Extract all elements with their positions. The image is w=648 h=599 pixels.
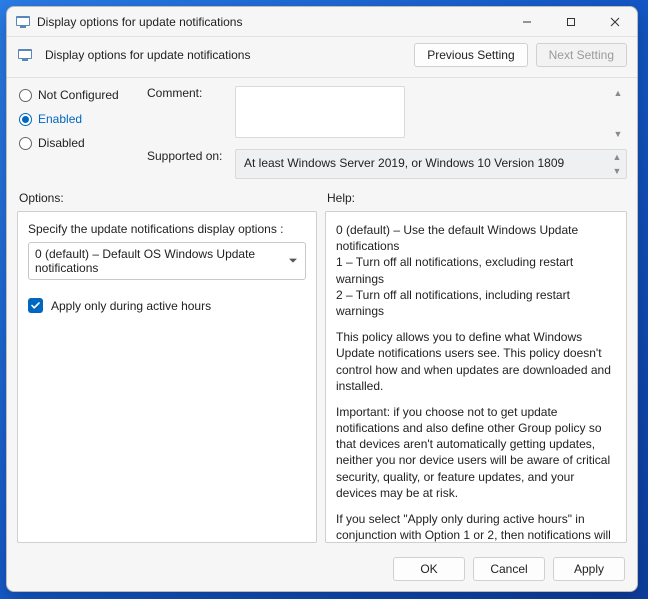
supported-box: At least Windows Server 2019, or Windows…	[235, 149, 627, 179]
panels: Options: Specify the update notification…	[7, 185, 637, 549]
checkbox-icon	[28, 298, 43, 313]
radio-not-configured[interactable]: Not Configured	[19, 88, 137, 102]
close-button[interactable]	[593, 7, 637, 37]
next-setting-button[interactable]: Next Setting	[536, 43, 627, 67]
help-paragraph: This policy allows you to define what Wi…	[336, 329, 616, 394]
previous-setting-button[interactable]: Previous Setting	[414, 43, 527, 67]
supported-text: At least Windows Server 2019, or Windows…	[244, 156, 564, 170]
comment-scrollbar[interactable]: ▲▼	[611, 88, 625, 139]
radio-label: Not Configured	[38, 88, 119, 102]
comment-input[interactable]	[235, 86, 405, 138]
help-panel: Help: 0 (default) – Use the default Wind…	[325, 189, 627, 543]
app-icon	[15, 14, 31, 30]
window-title: Display options for update notifications	[37, 15, 505, 29]
apply-active-hours-checkbox[interactable]: Apply only during active hours	[28, 298, 306, 313]
radio-disabled[interactable]: Disabled	[19, 136, 137, 150]
comment-line: Comment: ▲▼	[147, 86, 627, 141]
apply-button[interactable]: Apply	[553, 557, 625, 581]
radio-enabled[interactable]: Enabled	[19, 112, 137, 126]
help-paragraph: If you select "Apply only during active …	[336, 511, 616, 543]
header-row: Display options for update notifications…	[7, 37, 637, 78]
help-body[interactable]: 0 (default) – Use the default Windows Up…	[325, 211, 627, 543]
radio-label: Enabled	[38, 112, 82, 126]
radio-icon	[19, 137, 32, 150]
minimize-button[interactable]	[505, 7, 549, 37]
ok-button[interactable]: OK	[393, 557, 465, 581]
maximize-button[interactable]	[549, 7, 593, 37]
supported-scrollbar[interactable]: ▲▼	[610, 152, 624, 176]
options-body: Specify the update notifications display…	[17, 211, 317, 543]
options-heading: Options:	[17, 189, 317, 211]
spec-select-value: 0 (default) – Default OS Windows Update …	[35, 247, 255, 275]
options-panel: Options: Specify the update notification…	[17, 189, 317, 543]
help-line: 0 (default) – Use the default Windows Up…	[336, 222, 616, 254]
help-line: 1 – Turn off all notifications, excludin…	[336, 254, 616, 286]
policy-title: Display options for update notifications	[45, 48, 250, 62]
radio-icon	[19, 113, 32, 126]
policy-icon	[17, 47, 33, 63]
cancel-button[interactable]: Cancel	[473, 557, 545, 581]
dialog-window: Display options for update notifications…	[6, 6, 638, 592]
upper-section: Not Configured Enabled Disabled Comment:…	[7, 78, 637, 185]
comment-label: Comment:	[147, 86, 227, 141]
supported-label: Supported on:	[147, 149, 227, 179]
footer: OK Cancel Apply	[7, 549, 637, 591]
spec-label: Specify the update notifications display…	[28, 222, 306, 236]
spec-select[interactable]: 0 (default) – Default OS Windows Update …	[28, 242, 306, 280]
radio-label: Disabled	[38, 136, 85, 150]
meta-column: Comment: ▲▼ Supported on: At least Windo…	[147, 86, 627, 179]
help-paragraph: Important: if you choose not to get upda…	[336, 404, 616, 501]
state-column: Not Configured Enabled Disabled	[19, 86, 137, 179]
help-heading: Help:	[325, 189, 627, 211]
titlebar: Display options for update notifications	[7, 7, 637, 37]
supported-line: Supported on: At least Windows Server 20…	[147, 149, 627, 179]
help-line: 2 – Turn off all notifications, includin…	[336, 287, 616, 319]
radio-icon	[19, 89, 32, 102]
apply-active-hours-label: Apply only during active hours	[51, 299, 211, 313]
